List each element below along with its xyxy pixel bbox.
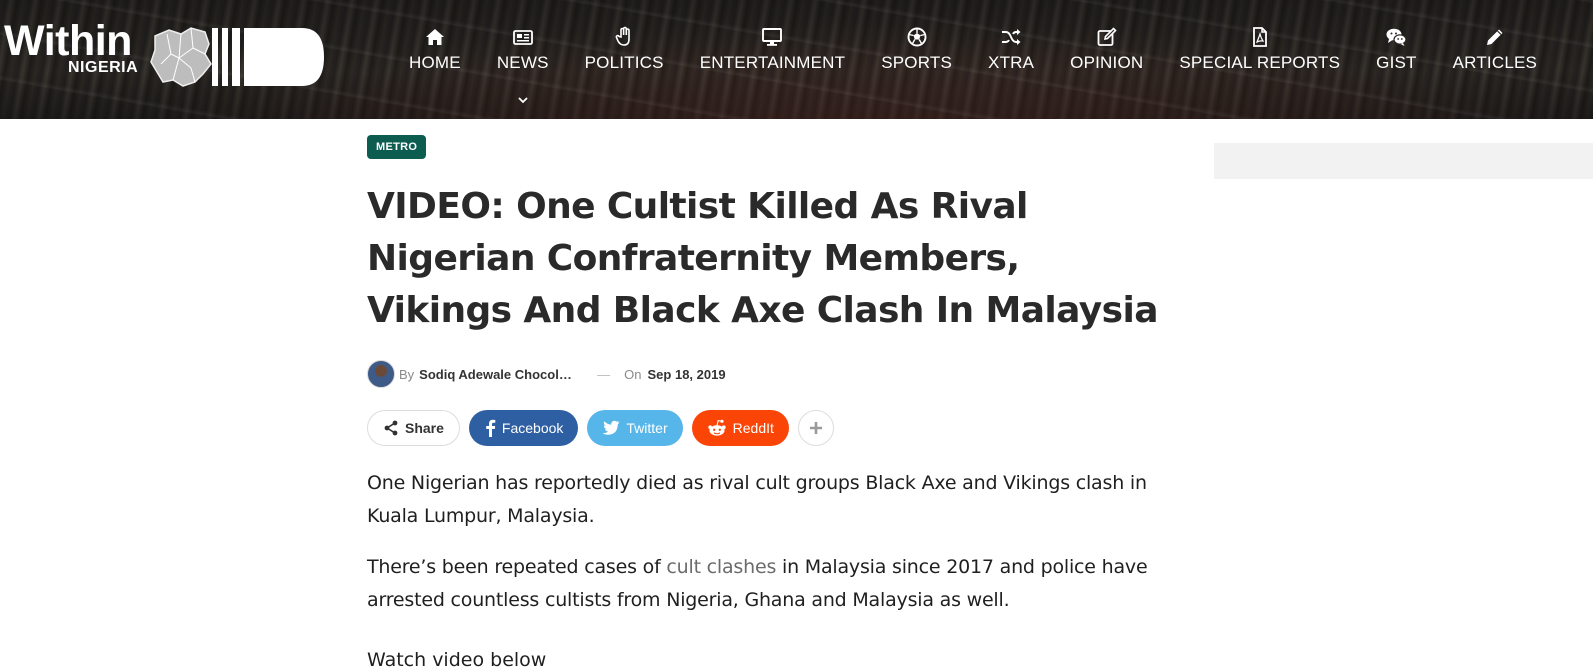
- nav-label-news: NEWS: [496, 53, 549, 72]
- facebook-icon: [486, 419, 496, 437]
- facebook-share-button[interactable]: Facebook: [468, 410, 579, 446]
- author-avatar[interactable]: [367, 360, 395, 388]
- author-name[interactable]: Sodiq Adewale Chocolate: [419, 367, 575, 382]
- twitter-icon: [603, 420, 620, 435]
- hand-icon: [615, 26, 630, 46]
- share-bar: Share Facebook Twitter ReddIt: [367, 410, 834, 446]
- nav-item-xtra[interactable]: XTRA: [970, 0, 1052, 119]
- nav-item-articles[interactable]: ARTICLES: [1435, 0, 1555, 119]
- nav-item-special-reports[interactable]: SPECIAL REPORTS: [1161, 0, 1358, 119]
- reddit-share-button[interactable]: ReddIt: [691, 410, 789, 446]
- by-label: By: [399, 366, 415, 382]
- nav-label-special-reports: SPECIAL REPORTS: [1179, 53, 1341, 72]
- article-title: VIDEO: One Cultist Killed As Rival Niger…: [367, 186, 1158, 331]
- chat-icon: [1386, 28, 1407, 46]
- nav-label-gist: GIST: [1376, 53, 1417, 72]
- site-header: Within NIGERIA HOME NEWS POLITICS ENTERT…: [0, 0, 1593, 119]
- facebook-label: Facebook: [501, 420, 564, 436]
- sidebar-ad-placeholder: [1214, 143, 1593, 179]
- nav-item-politics[interactable]: POLITICS: [567, 0, 682, 119]
- share-button[interactable]: Share: [367, 410, 460, 446]
- nav-label-home: HOME: [409, 53, 461, 72]
- share-icon: [384, 420, 398, 436]
- more-share-button[interactable]: [797, 410, 834, 446]
- reddit-icon: [707, 419, 726, 436]
- nav-label-entertainment: ENTERTAINMENT: [699, 53, 846, 72]
- nav-item-gist[interactable]: GIST: [1358, 0, 1434, 119]
- nav-item-news[interactable]: NEWS: [479, 0, 567, 119]
- article-body: One Nigerian has reportedly died as riva…: [367, 467, 1167, 635]
- nav-item-entertainment[interactable]: ENTERTAINMENT: [682, 0, 864, 119]
- newspaper-icon: [512, 30, 533, 45]
- nav-item-sports[interactable]: SPORTS: [863, 0, 970, 119]
- pdf-file-icon: [1252, 27, 1267, 47]
- home-icon: [425, 29, 444, 45]
- shuffle-icon: [1002, 29, 1021, 45]
- cult-clashes-link[interactable]: cult clashes: [666, 556, 776, 578]
- chevron-down-icon[interactable]: [517, 96, 529, 104]
- paragraph-text: There’s been repeated cases of: [367, 556, 667, 578]
- meta-separator: —: [597, 366, 611, 382]
- soccer-ball-icon: [907, 27, 927, 47]
- pencil-icon: [1486, 29, 1503, 45]
- logo-bars-icon: [212, 28, 324, 86]
- article-paragraph-partial: Watch video below: [367, 649, 547, 671]
- nigeria-map-icon: [150, 27, 212, 87]
- reddit-label: ReddIt: [732, 420, 774, 436]
- article-paragraph: There’s been repeated cases of cult clas…: [367, 551, 1167, 617]
- nav-label-opinion: OPINION: [1070, 53, 1144, 72]
- site-logo[interactable]: Within NIGERIA: [4, 18, 334, 92]
- nav-label-articles: ARTICLES: [1452, 53, 1538, 72]
- logo-word: Within: [4, 17, 132, 65]
- edit-icon: [1097, 27, 1117, 46]
- category-badge[interactable]: METRO: [367, 135, 427, 159]
- plus-icon: [809, 422, 822, 434]
- logo-subtitle: NIGERIA: [68, 59, 139, 76]
- on-label: On: [624, 366, 642, 382]
- nav-label-xtra: XTRA: [988, 53, 1035, 72]
- nav-label-sports: SPORTS: [881, 53, 953, 72]
- nav-item-home[interactable]: HOME: [391, 0, 479, 119]
- article-meta: By Sodiq Adewale Chocolate — On Sep 18, …: [367, 360, 726, 388]
- share-label: Share: [405, 420, 444, 436]
- main-nav: HOME NEWS POLITICS ENTERTAINMENT SPORTS …: [391, 0, 1555, 119]
- twitter-share-button[interactable]: Twitter: [587, 410, 683, 446]
- twitter-label: Twitter: [626, 420, 668, 436]
- monitor-icon: [762, 28, 783, 46]
- publish-date: Sep 18, 2019: [647, 366, 726, 382]
- nav-item-opinion[interactable]: OPINION: [1052, 0, 1161, 119]
- article-paragraph: One Nigerian has reportedly died as riva…: [367, 472, 1147, 527]
- nav-label-politics: POLITICS: [584, 53, 664, 72]
